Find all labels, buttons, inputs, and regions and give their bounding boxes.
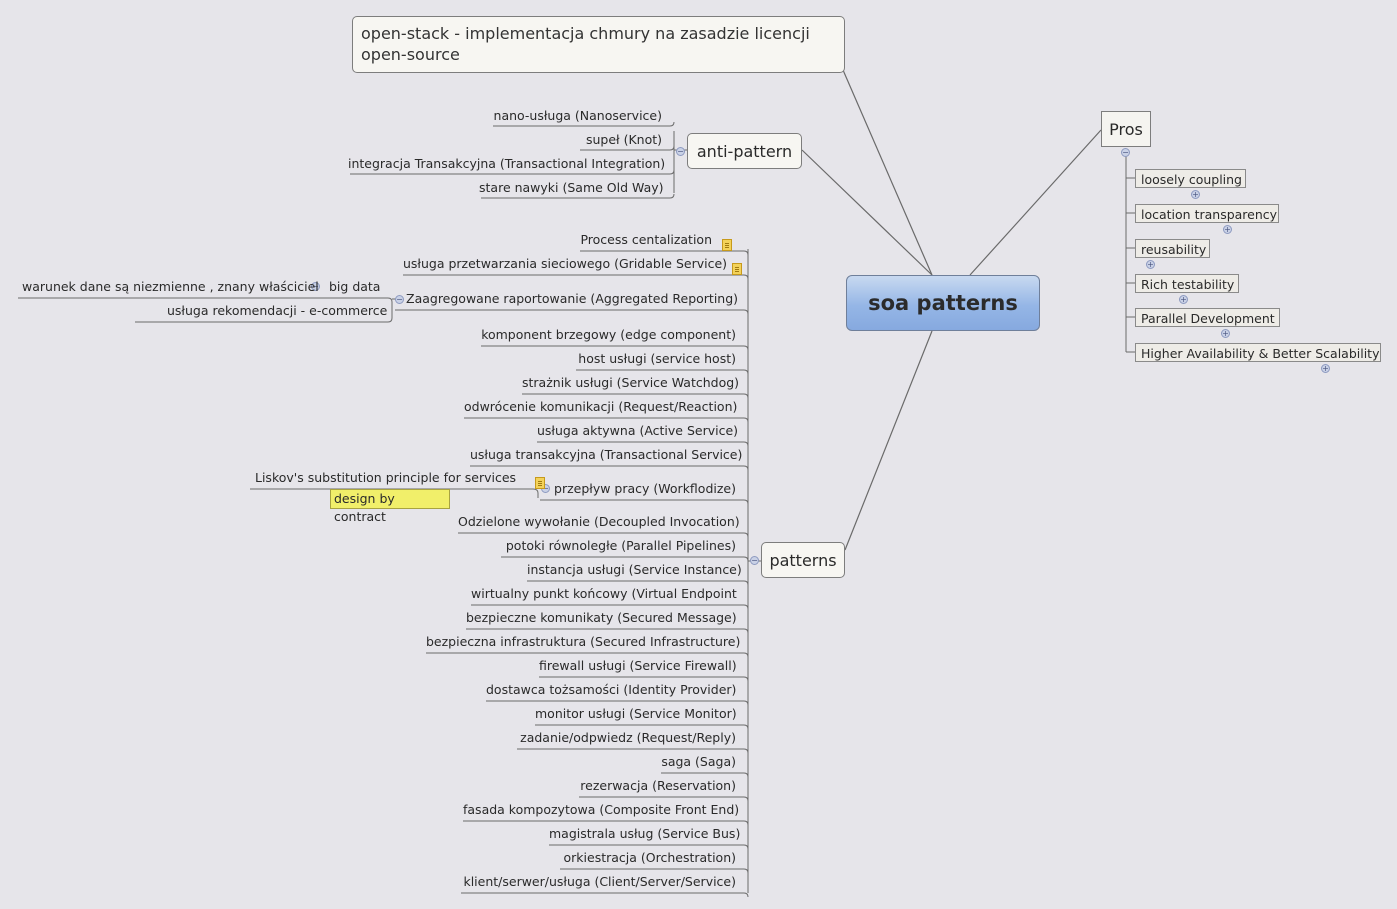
pattern-item[interactable]: fasada kompozytowa (Composite Front End) (463, 801, 739, 819)
pattern-item[interactable]: usługa aktywna (Active Service) (537, 422, 738, 440)
pattern-item[interactable]: host usługi (service host) (576, 350, 736, 368)
connector-root-patterns (844, 330, 933, 551)
pros-item[interactable]: reusability (1135, 239, 1210, 258)
pattern-item[interactable]: klient/serwer/usługa (Client/Server/Serv… (461, 873, 736, 891)
pattern-item[interactable]: Process centalization (580, 231, 712, 249)
root-topic[interactable]: soa patterns (846, 275, 1040, 331)
bracket-anti (673, 131, 687, 193)
expand-icon[interactable]: + (1221, 329, 1230, 338)
note-icon[interactable] (535, 476, 545, 489)
pros-item[interactable]: Rich testability (1135, 274, 1239, 293)
collapse-anti-pattern-icon[interactable]: − (676, 147, 685, 156)
expand-icon[interactable]: + (1223, 225, 1232, 234)
bracket-patterns (747, 249, 761, 893)
connector-root-pros (969, 129, 1102, 276)
pattern-item[interactable]: instancja usługi (Service Instance) (527, 561, 742, 579)
pattern-item[interactable]: bezpieczna infrastruktura (Secured Infra… (426, 633, 740, 651)
collapse-patterns-icon[interactable]: − (750, 556, 759, 565)
collapse-aggregated-icon[interactable]: − (395, 295, 404, 304)
pros-item[interactable]: Higher Availability & Better Scalability (1135, 343, 1381, 362)
pattern-item[interactable]: bezpieczne komunikaty (Secured Message) (466, 609, 737, 627)
pattern-item[interactable]: firewall usługi (Service Firewall) (539, 657, 737, 675)
pros-item[interactable]: Parallel Development (1135, 308, 1280, 327)
pattern-item[interactable]: magistrala usług (Service Bus) (549, 825, 740, 843)
pros-item[interactable]: loosely coupling (1135, 169, 1246, 188)
underline-pattern-item (540, 499, 749, 505)
pattern-item[interactable]: zadanie/odpwiedz (Request/Reply) (517, 729, 736, 747)
pattern-item[interactable]: dostawca tożsamości (Identity Provider) (486, 681, 736, 699)
pattern-item[interactable]: orkiestracja (Orchestration) (560, 849, 736, 867)
expand-icon[interactable]: + (1191, 190, 1200, 199)
pattern-item[interactable]: monitor usługi (Service Monitor) (535, 705, 737, 723)
root-topic-label: soa patterns (868, 291, 1018, 315)
topic-openstack-label: open-stack - implementacja chmury na zas… (361, 24, 810, 64)
big-data-condition[interactable]: warunek dane są niezmienne , znany właśc… (22, 278, 319, 296)
underline-pattern-item (395, 309, 749, 315)
note-icon[interactable] (732, 262, 742, 275)
expand-icon[interactable]: + (1321, 364, 1330, 373)
topic-pros-label: Pros (1109, 119, 1143, 139)
topic-patterns[interactable]: patterns (761, 542, 845, 578)
big-data-topic[interactable]: big data (329, 278, 380, 296)
pattern-item[interactable]: saga (Saga) (661, 753, 736, 771)
topic-openstack[interactable]: open-stack - implementacja chmury na zas… (352, 16, 845, 73)
pros-item[interactable]: location transparency (1135, 204, 1279, 223)
anti-pattern-item[interactable]: supeł (Knot) (578, 131, 662, 149)
expand-icon[interactable]: + (1179, 295, 1188, 304)
liskov-topic[interactable]: Liskov's substitution principle for serv… (255, 469, 516, 487)
topic-anti-pattern[interactable]: anti-pattern (687, 133, 802, 169)
note-icon[interactable] (722, 238, 732, 251)
pattern-item[interactable]: usługa przetwarzania sieciowego (Gridabl… (403, 255, 727, 273)
underline-pattern-item (403, 274, 749, 280)
pattern-item[interactable]: przepływ pracy (Workflodize) (553, 480, 736, 498)
expand-icon[interactable]: + (1146, 260, 1155, 269)
recommendation-service[interactable]: usługa rekomendacji - e-commerce (167, 302, 387, 320)
anti-pattern-item[interactable]: nano-usługa (Nanoservice) (491, 107, 662, 125)
connector-root-anti (801, 149, 933, 276)
design-by-contract-topic[interactable]: design by contract (330, 489, 450, 524)
collapse-pros-icon[interactable]: − (1121, 148, 1130, 157)
pattern-item[interactable]: odwrócenie komunikacji (Request/Reaction… (464, 398, 737, 416)
topic-patterns-label: patterns (769, 550, 837, 570)
topic-anti-pattern-label: anti-pattern (696, 141, 793, 161)
topic-pros[interactable]: Pros (1101, 111, 1151, 147)
anti-pattern-item[interactable]: integracja Transakcyjna (Transactional I… (348, 155, 665, 173)
pattern-item[interactable]: strażnik usługi (Service Watchdog) (522, 374, 739, 392)
pattern-item[interactable]: Odzielone wywołanie (Decoupled Invocatio… (458, 513, 740, 531)
underline-pattern-item (461, 892, 749, 898)
pattern-item[interactable]: wirtualny punkt końcowy (Virtual Endpoin… (471, 585, 737, 603)
pattern-item[interactable]: komponent brzegowy (edge component) (481, 326, 736, 344)
pattern-item[interactable]: rezerwacja (Reservation) (579, 777, 736, 795)
connector-root-openstack (842, 69, 933, 276)
anti-pattern-item[interactable]: stare nawyki (Same Old Way) (479, 179, 664, 197)
pattern-item[interactable]: potoki równoległe (Parallel Pipelines) (501, 537, 736, 555)
pattern-item[interactable]: Zaagregowane raportowanie (Aggregated Re… (406, 290, 738, 308)
pattern-item[interactable]: usługa transakcyjna (Transactional Servi… (470, 446, 742, 464)
